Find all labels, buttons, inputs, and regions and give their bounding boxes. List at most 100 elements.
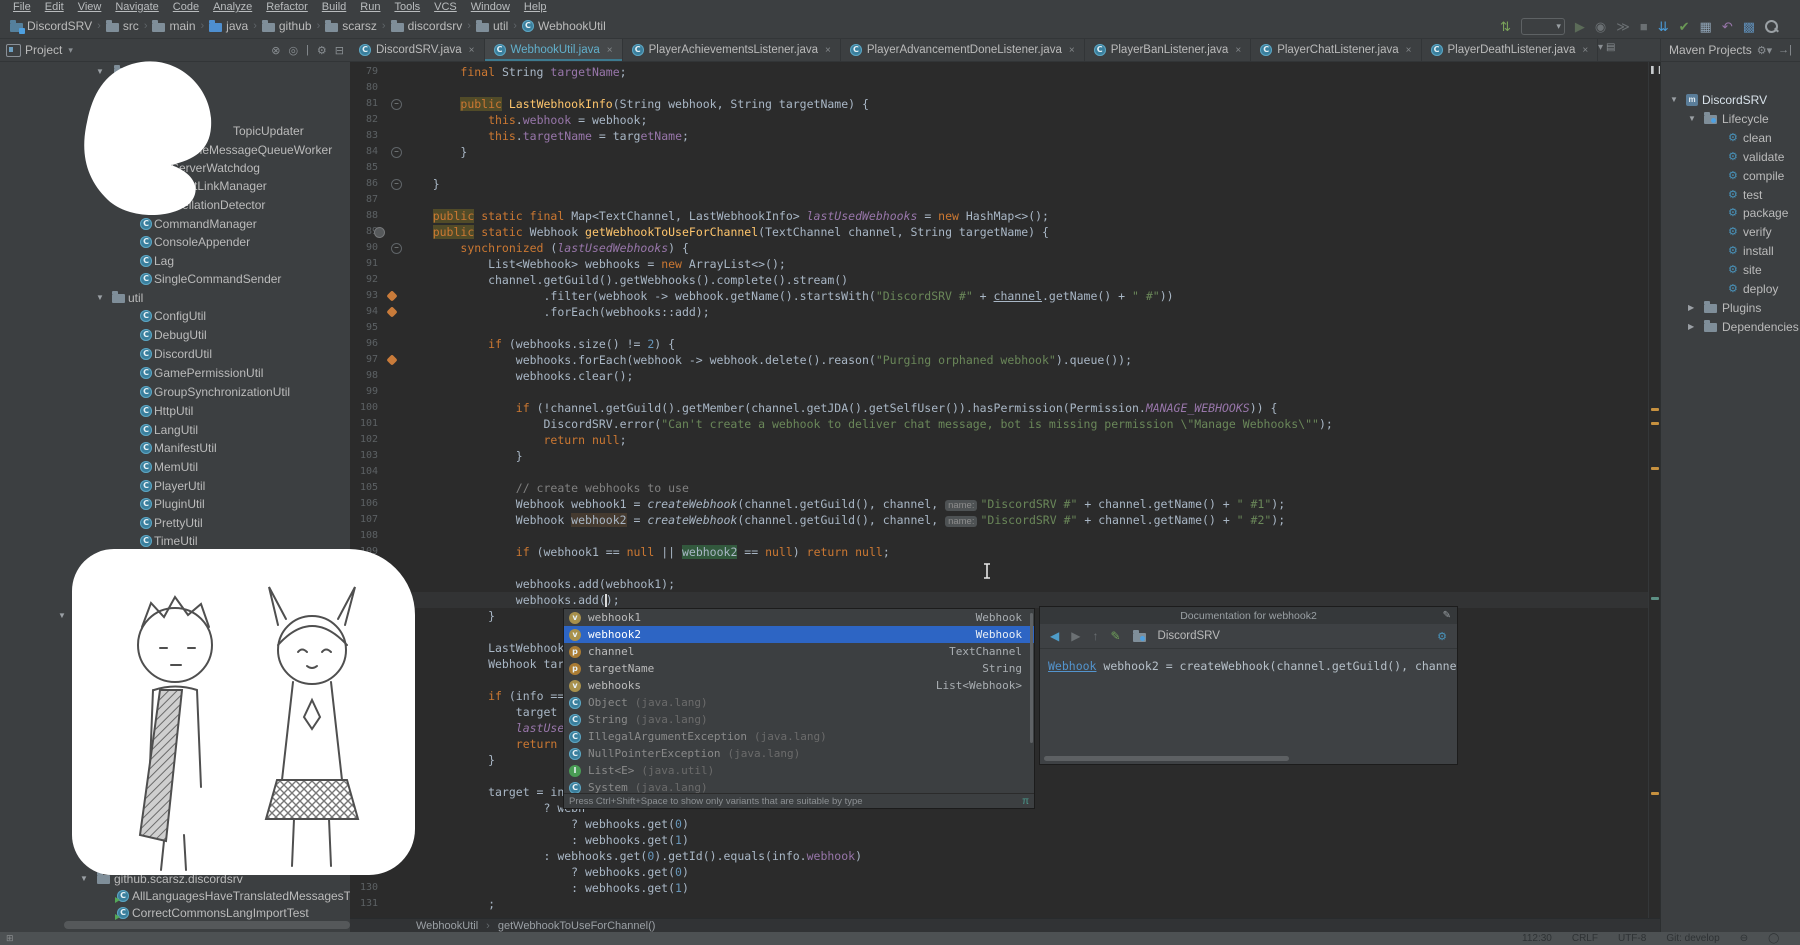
maven-item-site[interactable]: ⚙site — [1, 261, 1800, 278]
menu-edit[interactable]: Edit — [38, 1, 71, 14]
tab-playeradvancementdonelistener[interactable]: CPlayerAdvancementDoneListener.java× — [841, 39, 1085, 61]
vcs-rollback-icon[interactable]: ↶ — [1722, 19, 1733, 35]
menu-tools[interactable]: Tools — [387, 1, 427, 14]
stripe-warning-mark[interactable] — [1651, 408, 1659, 411]
project-tree-item-GamePermissionUtil[interactable]: CGamePermissionUtil — [0, 364, 350, 381]
code-line-104[interactable]: 104 — [350, 464, 1648, 480]
locate-file-icon[interactable]: ◎ — [288, 44, 298, 57]
chevron-down-icon[interactable]: ▾ — [68, 45, 73, 56]
code-line-126[interactable]: 126 ? webhooks.get(0) — [350, 816, 1648, 832]
doc-horizontal-scrollbar[interactable] — [1044, 756, 1289, 761]
menu-help[interactable]: Help — [517, 1, 554, 14]
tab-playerachievementslistener[interactable]: CPlayerAchievementsListener.java× — [623, 39, 841, 61]
menu-vcs[interactable]: VCS — [427, 1, 464, 14]
menu-refactor[interactable]: Refactor — [259, 1, 315, 14]
maven-tool-window-header[interactable]: Maven Projects ⚙▾ →| — [1660, 39, 1800, 62]
documentation-popup-title[interactable]: Documentation for webhook2 ✎ — [1040, 607, 1457, 624]
tree-arrow-icon[interactable]: ▶ — [1688, 303, 1694, 312]
code-line-106[interactable]: 106 Webhook webhook1 = createWebhook(cha… — [350, 496, 1648, 512]
breadcrumb-class[interactable]: WebhookUtil — [416, 920, 478, 932]
code-line-96[interactable]: 96 if (webhooks.size() != 2) { — [350, 336, 1648, 352]
search-icon[interactable] — [1765, 20, 1778, 33]
code-line-100[interactable]: 100 if (!channel.getGuild().getMember(ch… — [350, 400, 1648, 416]
project-tree-item-DiscordUtil[interactable]: CDiscordUtil — [0, 345, 350, 362]
inspections-icon[interactable]: ◯ — [1768, 933, 1779, 944]
code-line-109[interactable]: 109 if (webhook1 == null || webhook2 == … — [350, 544, 1648, 560]
gutter-marker-icon[interactable] — [374, 227, 385, 238]
forward-icon[interactable]: ▶ — [1071, 629, 1080, 643]
tree-arrow-icon[interactable]: ▼ — [1670, 95, 1678, 104]
tree-arrow-icon[interactable]: ▼ — [80, 874, 88, 883]
code-line-127[interactable]: 127 : webhooks.get(1) — [350, 832, 1648, 848]
completion-item-string[interactable]: CString(java.lang) — [564, 711, 1034, 728]
close-icon[interactable]: × — [1406, 45, 1412, 56]
tab-list-icon[interactable]: ▤ — [1606, 42, 1618, 53]
code-line-128[interactable]: 128 : webhooks.get(0).getId().equals(inf… — [350, 848, 1648, 864]
project-tree-item-TimeUtil[interactable]: CTimeUtil — [0, 532, 350, 549]
run-icon[interactable]: ▶ — [1575, 19, 1585, 35]
back-icon[interactable]: ◀ — [1050, 629, 1059, 643]
code-line-103[interactable]: 103 } — [350, 448, 1648, 464]
close-icon[interactable]: × — [469, 45, 475, 56]
code-line-131[interactable]: 131 ; — [350, 896, 1648, 912]
debug-icon[interactable]: ◉ — [1595, 19, 1606, 35]
completion-item-liste[interactable]: IList<E>(java.util) — [564, 762, 1034, 779]
collapse-all-icon[interactable]: ⊗ — [271, 44, 280, 57]
tab-playerchatlistener[interactable]: CPlayerChatListener.java× — [1251, 39, 1421, 61]
maven-item-lifecycle[interactable]: ▼Lifecycle — [1, 110, 1800, 127]
maven-item-plugins[interactable]: ▶Plugins — [1, 299, 1800, 316]
completion-item-nullpointerexception[interactable]: CNullPointerException(java.lang) — [564, 745, 1034, 762]
code-line-105[interactable]: 105 // create webhooks to use — [350, 480, 1648, 496]
caret-position[interactable]: 112:30 — [1522, 933, 1552, 944]
close-icon[interactable]: × — [1582, 45, 1588, 56]
line-separator[interactable]: CRLF — [1572, 933, 1598, 944]
project-tree-item-GroupSynchronizationUtil[interactable]: CGroupSynchronizationUtil — [0, 383, 350, 400]
maven-item-clean[interactable]: ⚙clean — [1, 129, 1800, 146]
code-line-102[interactable]: 102 return null; — [350, 432, 1648, 448]
code-line-129[interactable]: 129 ? webhooks.get(0) — [350, 864, 1648, 880]
project-tree-item-AllLanguagesHaveTranslatedMessagesTest[interactable]: CAllLanguagesHaveTranslatedMessagesTest — [0, 887, 350, 904]
menu-build[interactable]: Build — [315, 1, 353, 14]
project-tree-item-MemUtil[interactable]: CMemUtil — [0, 458, 350, 475]
completion-item-object[interactable]: CObject(java.lang) — [564, 694, 1034, 711]
project-tree-item-PlayerUtil[interactable]: CPlayerUtil — [0, 477, 350, 494]
menu-analyze[interactable]: Analyze — [206, 1, 259, 14]
menu-window[interactable]: Window — [464, 1, 517, 14]
project-tree-item-LangUtil[interactable]: CLangUtil — [0, 421, 350, 438]
fold-icon[interactable]: − — [391, 147, 402, 158]
fold-icon[interactable]: − — [391, 243, 402, 254]
stripe-warning-mark[interactable] — [1651, 422, 1659, 425]
maven-item-dependencies[interactable]: ▶Dependencies — [1, 318, 1800, 335]
chevron-down-icon[interactable]: ▾ — [1598, 42, 1606, 53]
menu-file[interactable]: File — [6, 1, 38, 14]
breadcrumb-item-webhookutil[interactable]: CWebhookUtil — [520, 19, 608, 33]
run-combo-icon[interactable]: ▾ — [1521, 18, 1565, 35]
breadcrumb-item-src[interactable]: src — [104, 19, 141, 33]
maven-item-compile[interactable]: ⚙compile — [1, 167, 1800, 184]
toolwindow-toggle-icon[interactable]: ⊞ — [6, 933, 14, 944]
tree-arrow-icon[interactable]: ▼ — [58, 611, 66, 620]
breadcrumb-item-java[interactable]: java — [207, 19, 250, 33]
stripe-warning-mark[interactable] — [1651, 597, 1659, 600]
maven-item-validate[interactable]: ⚙validate — [1, 148, 1800, 165]
breadcrumb-item-util[interactable]: util — [474, 19, 510, 33]
project-tree-item-PluginUtil[interactable]: CPluginUtil — [0, 495, 350, 512]
completion-item-illegalargumentexception[interactable]: CIllegalArgumentException(java.lang) — [564, 728, 1034, 745]
code-completion-popup[interactable]: vwebhook1Webhookvwebhook2Webhookpchannel… — [563, 608, 1035, 809]
completion-item-webhooks[interactable]: vwebhooksList<Webhook> — [564, 677, 1034, 694]
breadcrumb-item-discordsrv[interactable]: DiscordSRV — [8, 19, 94, 33]
code-line-108[interactable]: 108 — [350, 528, 1648, 544]
project-tree-item-PrettyUtil[interactable]: CPrettyUtil — [0, 514, 350, 531]
code-line-101[interactable]: 101 DiscordSRV.error("Can't create a web… — [350, 416, 1648, 432]
vcs-commit-icon[interactable]: ✔ — [1679, 19, 1690, 35]
completion-item-webhook2[interactable]: vwebhook2Webhook — [564, 626, 1034, 643]
close-icon[interactable]: × — [825, 45, 831, 56]
gear-icon[interactable]: ⚙ — [1437, 630, 1447, 643]
close-icon[interactable]: × — [1069, 45, 1075, 56]
maven-item-test[interactable]: ⚙test — [1, 186, 1800, 203]
code-line-130[interactable]: 130 : webhooks.get(1) — [350, 880, 1648, 896]
breadcrumb-method[interactable]: getWebhookToUseForChannel() — [498, 920, 656, 932]
code-line-110[interactable]: 110 — [350, 560, 1648, 576]
project-horizontal-scrollbar[interactable] — [64, 921, 350, 929]
tab-playerbanlistener[interactable]: CPlayerBanListener.java× — [1085, 39, 1251, 61]
